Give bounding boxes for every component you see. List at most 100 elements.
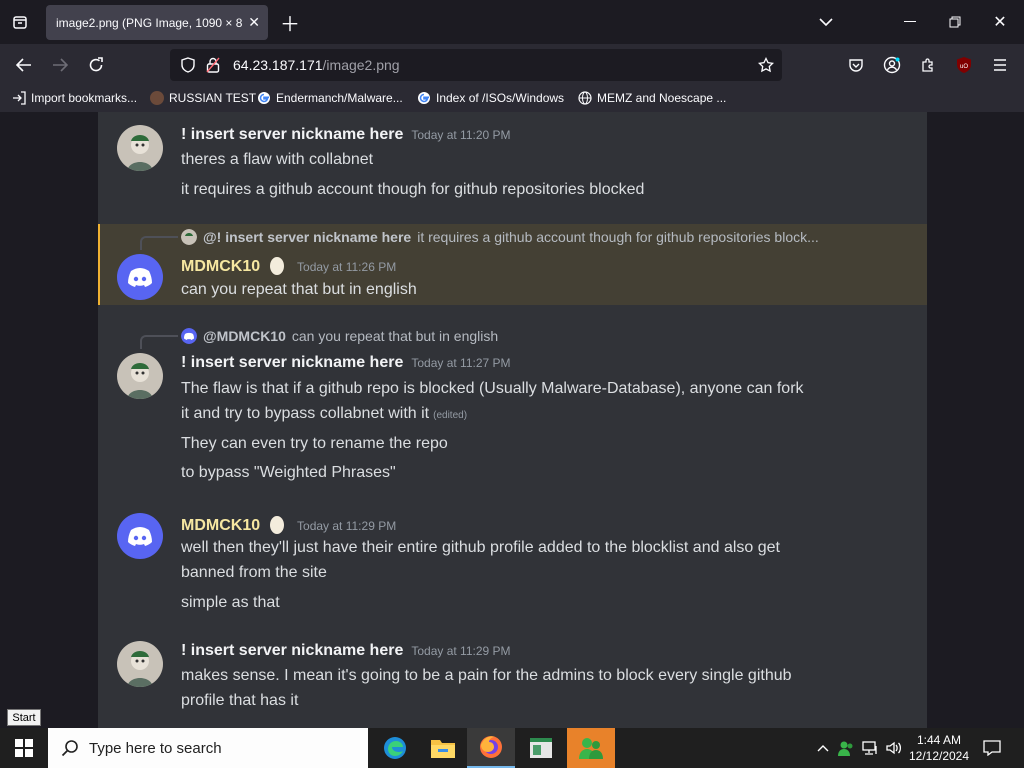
pocket-icon	[849, 59, 863, 72]
bookmark-label: Import bookmarks...	[31, 91, 138, 105]
menu-button[interactable]	[988, 54, 1012, 76]
show-hidden-icons-button[interactable]	[814, 738, 832, 758]
forward-arrow-icon	[53, 58, 68, 72]
address-bar[interactable]: 64.23.187.171/image2.png	[170, 49, 782, 81]
taskbar-app-window[interactable]	[517, 728, 565, 768]
reply-connector	[140, 335, 178, 349]
egg-icon	[269, 516, 284, 534]
extensions-button[interactable]	[916, 54, 940, 76]
message-author[interactable]: ! insert server nickname here Today at 11…	[181, 126, 511, 144]
volume-button[interactable]	[884, 738, 904, 758]
list-all-tabs-button[interactable]	[814, 10, 838, 34]
network-button[interactable]	[860, 738, 880, 758]
author-name[interactable]: MDMCK10	[181, 517, 260, 534]
taskbar-app-green-people[interactable]	[567, 728, 615, 768]
insecure-lock-icon[interactable]	[206, 57, 220, 73]
message-timestamp: Today at 11:20 PM	[411, 128, 511, 142]
start-button[interactable]	[0, 728, 48, 768]
message-text: to bypass "Weighted Phrases"	[181, 464, 396, 481]
hamburger-menu-icon	[994, 59, 1006, 71]
restore-icon	[949, 16, 961, 28]
message-timestamp: Today at 11:27 PM	[411, 356, 511, 370]
taskbar-app-file-explorer[interactable]	[419, 728, 467, 768]
ublock-origin-icon: uO	[957, 57, 971, 73]
discord-logo-icon	[128, 268, 152, 287]
bookmark-endermanch[interactable]: Endermanch/Malware...	[257, 91, 403, 105]
notifications-button[interactable]	[980, 737, 1004, 759]
tab-list-button[interactable]	[8, 11, 32, 33]
bookmark-label: MEMZ and Noescape ...	[597, 91, 727, 105]
message-text: They can even try to rename the repo	[181, 435, 448, 452]
forward-button[interactable]	[48, 54, 72, 76]
luigi-avatar-icon	[117, 641, 163, 687]
bookmark-star-icon[interactable]	[758, 57, 774, 73]
bookmark-import[interactable]: Import bookmarks...	[12, 91, 137, 105]
taskbar-app-edge[interactable]	[371, 728, 419, 768]
message-author[interactable]: MDMCK10 Today at 11:29 PM	[181, 514, 396, 535]
windows-taskbar: Type here to search 1:44 AM 12/12/2024	[0, 728, 1024, 768]
taskbar-search[interactable]: Type here to search	[48, 728, 368, 768]
puzzle-icon	[922, 58, 933, 72]
message-author[interactable]: ! insert server nickname here Today at 11…	[181, 642, 511, 660]
app-icon	[530, 738, 552, 758]
avatar	[117, 353, 163, 399]
reload-button[interactable]	[84, 54, 108, 76]
start-tooltip: Start	[7, 709, 41, 726]
author-name[interactable]: ! insert server nickname here	[181, 642, 403, 659]
edge-icon	[384, 737, 406, 759]
avatar	[117, 125, 163, 171]
new-tab-button[interactable]: ＋	[278, 10, 302, 36]
bookmark-isos-windows[interactable]: Index of /ISOs/Windows	[417, 91, 564, 105]
green-people-icon	[838, 741, 853, 756]
tab-bar: image2.png (PNG Image, 1090 × 80 ✕ ＋ ✕	[0, 0, 1024, 44]
site-favicon-icon	[150, 91, 164, 105]
account-button[interactable]	[880, 54, 904, 76]
close-tab-icon[interactable]: ✕	[248, 14, 260, 31]
globe-icon	[578, 91, 592, 105]
url-text: 64.23.187.171/image2.png	[233, 57, 400, 73]
message-text: can you repeat that but in english	[181, 281, 417, 298]
egg-icon	[269, 257, 284, 275]
discord-logo-icon	[128, 527, 152, 546]
tab-image2[interactable]: image2.png (PNG Image, 1090 × 80 ✕	[46, 5, 268, 40]
system-clock[interactable]: 1:44 AM 12/12/2024	[906, 732, 972, 764]
reply-author: @MDMCK10	[203, 328, 286, 344]
pocket-button[interactable]	[844, 54, 868, 76]
ublock-button[interactable]: uO	[952, 54, 976, 76]
speaker-icon	[886, 741, 902, 755]
message-text: theres a flaw with collabnet	[181, 151, 374, 168]
reload-icon	[89, 57, 103, 72]
bookmark-memz[interactable]: MEMZ and Noescape ...	[578, 91, 726, 105]
import-icon	[13, 91, 26, 105]
taskbar-app-firefox[interactable]	[467, 728, 515, 768]
back-arrow-icon	[16, 58, 31, 72]
message-author[interactable]: MDMCK10 Today at 11:26 PM	[181, 255, 396, 276]
luigi-avatar-icon	[181, 229, 197, 245]
bookmark-label: RUSSIAN TEST	[169, 91, 257, 105]
search-placeholder: Type here to search	[89, 739, 222, 757]
reply-author: @! insert server nickname here	[203, 229, 412, 245]
message-timestamp: Today at 11:26 PM	[297, 260, 397, 274]
bookmark-label: Index of /ISOs/Windows	[436, 91, 565, 105]
message-text: banned from the site	[181, 564, 327, 581]
restore-button[interactable]	[943, 10, 967, 34]
message-author[interactable]: ! insert server nickname here Today at 11…	[181, 354, 511, 372]
author-name[interactable]: MDMCK10	[181, 258, 260, 275]
luigi-avatar-icon	[117, 353, 163, 399]
reply-preview[interactable]: @MDMCK10 can you repeat that but in engl…	[181, 328, 498, 344]
firefox-icon	[480, 736, 502, 758]
author-name[interactable]: ! insert server nickname here	[181, 126, 403, 143]
author-name[interactable]: ! insert server nickname here	[181, 354, 403, 371]
message-timestamp: Today at 11:29 PM	[411, 644, 511, 658]
shield-icon[interactable]	[180, 57, 196, 73]
back-button[interactable]	[12, 54, 36, 76]
reply-preview[interactable]: @! insert server nickname here it requir…	[181, 229, 819, 245]
navigation-toolbar: 64.23.187.171/image2.png uO	[0, 44, 1024, 86]
minimize-button[interactable]	[898, 10, 922, 34]
bookmark-russian-test[interactable]: RUSSIAN TEST	[150, 91, 256, 105]
close-window-button[interactable]: ✕	[988, 10, 1012, 34]
url-host: 64.23.187.171	[233, 57, 323, 73]
speech-bubble-icon	[983, 740, 1001, 756]
tray-app-button[interactable]	[836, 738, 856, 758]
tab-title: image2.png (PNG Image, 1090 × 80	[56, 15, 242, 30]
